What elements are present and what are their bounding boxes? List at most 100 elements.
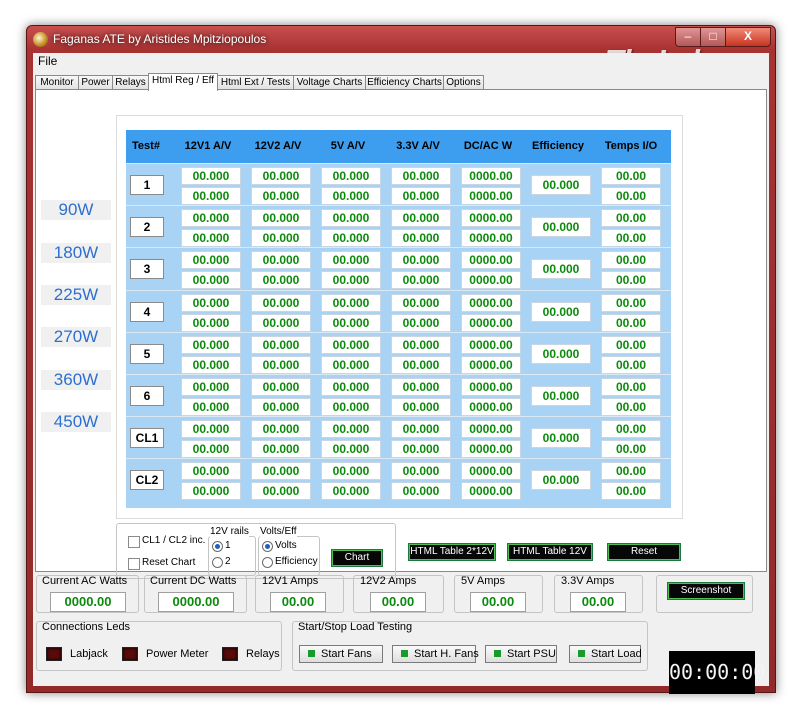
header-temps: Temps I/O (604, 140, 658, 152)
cell-12v2-top: 00.000 (251, 462, 311, 481)
rails-radio-2[interactable] (212, 557, 223, 568)
cell-12v2-bottom: 00.000 (251, 440, 311, 459)
led-labjack (46, 647, 62, 661)
reset-chart-checkbox[interactable] (128, 558, 140, 570)
wattage-label-180: 180W (41, 243, 111, 263)
cl-inc-checkbox[interactable] (128, 536, 140, 548)
grid-row: 5 00.000 00.000 00.000 00.000 00.000 00.000 00.… (126, 331, 671, 375)
wattage-label-450: 450W (41, 412, 111, 432)
cell-33v-top: 00.000 (391, 335, 451, 354)
cell-33v-bottom: 00.000 (391, 355, 451, 374)
cell-12v1-top: 00.000 (181, 167, 241, 185)
cell-dc-ac-top: 0000.00 (461, 335, 521, 354)
cell-efficiency: 00.000 (531, 386, 591, 406)
tab-voltage-charts[interactable]: Voltage Charts (293, 75, 366, 90)
wattage-label-225: 225W (41, 285, 111, 305)
test-number-button[interactable]: 4 (130, 301, 164, 322)
cell-temps-bottom: 00.00 (601, 271, 661, 290)
mode-radio-efficiency[interactable] (262, 557, 273, 568)
cell-5v-bottom: 00.000 (321, 229, 381, 248)
cell-efficiency: 00.000 (531, 301, 591, 322)
test-number-button[interactable]: CL1 (130, 428, 164, 449)
tab-monitor[interactable]: Monitor (35, 75, 79, 90)
readout-ac-watts-title: Current AC Watts (42, 575, 128, 587)
grid-row: 6 00.000 00.000 00.000 00.000 00.000 00.000 00.… (126, 374, 671, 417)
cell-temps-bottom: 00.00 (601, 440, 661, 459)
wattage-label-360: 360W (41, 370, 111, 390)
test-number-button[interactable]: 3 (130, 259, 164, 280)
start-psu-button[interactable]: Start PSU (485, 645, 557, 663)
cell-dc-ac-bottom: 0000.00 (461, 271, 521, 290)
wattage-label-90: 90W (41, 200, 111, 220)
start-psu-indicator (494, 650, 501, 657)
cell-temps-bottom: 00.00 (601, 482, 661, 501)
grid-row: 3 00.000 00.000 00.000 00.000 00.000 00.000 00.… (126, 247, 671, 290)
cell-33v-top: 00.000 (391, 167, 451, 185)
cell-12v1-bottom: 00.000 (181, 187, 241, 205)
start-h-fans-button[interactable]: Start H. Fans (392, 645, 479, 663)
screenshot-button[interactable]: Screenshot (667, 582, 745, 600)
cell-efficiency: 00.000 (531, 470, 591, 491)
app-window: Faganas ATE by Aristides Mpitziopoulos –… (26, 25, 776, 694)
cell-efficiency: 00.000 (531, 217, 591, 238)
html-table-2x12v-button[interactable]: HTML Table 2*12V (408, 543, 496, 561)
connections-panel: Connections Leds Labjack Power Meter Rel… (36, 621, 282, 671)
cell-dc-ac-bottom: 0000.00 (461, 355, 521, 374)
mode-title: Volts/Eff (260, 526, 297, 537)
test-number-button[interactable]: 1 (130, 175, 164, 195)
tab-html-ext-tests[interactable]: Html Ext / Tests (217, 75, 294, 90)
start-load-button[interactable]: Start Load (569, 645, 642, 663)
start-fans-button[interactable]: Start Fans (299, 645, 383, 663)
chart-button[interactable]: Chart (331, 549, 383, 567)
start-load-indicator (578, 650, 585, 657)
cell-33v-bottom: 00.000 (391, 440, 451, 459)
cell-12v1-bottom: 00.000 (181, 355, 241, 374)
start-psu-label: Start PSU (507, 648, 556, 660)
mode-option-volts: Volts (275, 540, 297, 551)
test-number-button[interactable]: 6 (130, 386, 164, 406)
test-number-button[interactable]: 5 (130, 343, 164, 364)
cell-efficiency: 00.000 (531, 428, 591, 449)
test-number-button[interactable]: CL2 (130, 470, 164, 491)
cell-12v1-top: 00.000 (181, 293, 241, 312)
header-test: Test# (132, 140, 160, 152)
cell-33v-top: 00.000 (391, 209, 451, 228)
readout-dc-watts-title: Current DC Watts (150, 575, 237, 587)
test-number-button[interactable]: 2 (130, 217, 164, 238)
start-load-label: Start Load (591, 648, 642, 660)
readout-5v-amps-title: 5V Amps (461, 575, 506, 587)
cell-temps-top: 00.00 (601, 420, 661, 439)
cell-33v-bottom: 00.000 (391, 187, 451, 205)
tab-options[interactable]: Options (443, 75, 484, 90)
cell-33v-bottom: 00.000 (391, 313, 451, 332)
cell-12v2-top: 00.000 (251, 251, 311, 270)
led-relays (222, 647, 238, 661)
cell-temps-top: 00.00 (601, 462, 661, 481)
cell-dc-ac-bottom: 0000.00 (461, 313, 521, 332)
cell-33v-top: 00.000 (391, 420, 451, 439)
rails-option-1: 1 (225, 540, 231, 551)
cell-temps-top: 00.00 (601, 209, 661, 228)
cell-efficiency: 00.000 (531, 259, 591, 280)
rails-radio-1[interactable] (212, 541, 223, 552)
cell-5v-top: 00.000 (321, 209, 381, 228)
led-power-meter (122, 647, 138, 661)
cell-33v-bottom: 00.000 (391, 271, 451, 290)
readout-dc-watts: Current DC Watts 0000.00 (144, 575, 247, 613)
readout-5v-amps-value: 00.00 (470, 592, 526, 612)
cell-temps-bottom: 00.00 (601, 187, 661, 205)
cell-5v-bottom: 00.000 (321, 440, 381, 459)
reset-button[interactable]: Reset (607, 543, 681, 561)
cell-12v2-bottom: 00.000 (251, 271, 311, 290)
cell-dc-ac-bottom: 0000.00 (461, 229, 521, 248)
html-table-12v-button[interactable]: HTML Table 12V (507, 543, 593, 561)
mode-radio-volts[interactable] (262, 541, 273, 552)
tab-html-reg-eff[interactable]: Html Reg / Eff (148, 73, 218, 91)
tab-efficiency-charts[interactable]: Efficiency Charts (365, 75, 444, 90)
tab-power[interactable]: Power (78, 75, 113, 90)
menu-file[interactable]: File (38, 54, 57, 68)
tab-relays[interactable]: Relays (112, 75, 149, 90)
readout-33v-amps-value: 00.00 (570, 592, 626, 612)
cell-5v-top: 00.000 (321, 462, 381, 481)
cell-33v-bottom: 00.000 (391, 398, 451, 416)
